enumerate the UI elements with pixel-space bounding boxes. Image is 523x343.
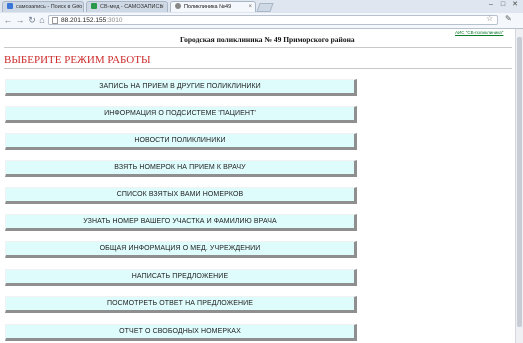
window-controls: – □ ✕ <box>485 0 521 8</box>
close-icon[interactable]: × <box>248 2 252 12</box>
page-content: АИС "СВ-поликлиника" Городская поликлини… <box>0 29 515 343</box>
menu-button-news[interactable]: НОВОСТИ ПОЛИКЛИНИКИ <box>5 133 357 150</box>
tab-label: Поликлиника №49 <box>184 4 232 10</box>
aic-link[interactable]: АИС "СВ-поликлиника" <box>455 30 503 35</box>
page-title: ВЫБЕРИТЕ РЕЖИМ РАБОТЫ <box>4 54 151 66</box>
loading-favicon-icon <box>175 3 181 9</box>
minimize-icon[interactable]: – <box>485 1 497 8</box>
close-icon[interactable]: × <box>160 2 164 12</box>
forward-icon[interactable]: → <box>15 15 25 25</box>
tab-svmed[interactable]: СВ-мед - САМОЗАПИСЬ × <box>86 1 168 12</box>
reload-icon[interactable]: ↻ <box>27 15 37 25</box>
menu-button-view-answer[interactable]: ПОСМОТРЕТЬ ОТВЕТ НА ПРЕДЛОЖЕНИЕ <box>5 296 357 313</box>
bookmark-star-icon[interactable]: ☆ <box>486 14 493 23</box>
home-icon[interactable]: ⌂ <box>37 15 47 25</box>
google-favicon-icon <box>7 3 13 9</box>
divider <box>4 68 512 69</box>
back-icon[interactable]: ← <box>3 15 13 25</box>
menu-button-subsystem-info[interactable]: ИНФОРМАЦИЯ О ПОДСИСТЕМЕ 'ПАЦИЕНТ' <box>5 106 357 123</box>
maximize-icon[interactable]: □ <box>497 1 509 8</box>
page-icon <box>52 17 58 24</box>
browser-toolbar: ← → ↻ ⌂ 88.201.152.155:3010 ☆ ✎ <box>0 13 523 28</box>
wrench-menu-icon[interactable]: ✎ <box>505 14 512 23</box>
menu-button-general-info[interactable]: ОБЩАЯ ИНФОРМАЦИЯ О МЕД. УЧРЕЖДЕНИИ <box>5 241 357 258</box>
menu-button-get-ticket[interactable]: ВЗЯТЬ НОМЕРОК НА ПРИЕМ К ВРАЧУ <box>5 160 357 177</box>
tab-clinic[interactable]: Поликлиника №49 × <box>170 1 256 12</box>
menu-button-my-tickets[interactable]: СПИСОК ВЗЯТЫХ ВАМИ НОМЕРКОВ <box>5 187 357 204</box>
tab-strip: самозапись - Поиск в Goo × СВ-мед - САМО… <box>0 0 523 13</box>
address-bar[interactable]: 88.201.152.155:3010 <box>48 15 498 25</box>
menu-button-write-suggestion[interactable]: НАПИСАТЬ ПРЕДЛОЖЕНИЕ <box>5 269 357 286</box>
menu-button-other-clinics[interactable]: ЗАПИСЬ НА ПРИЕМ В ДРУГИЕ ПОЛИКЛИНИКИ <box>5 79 357 96</box>
tab-label: СВ-мед - САМОЗАПИСЬ <box>100 4 164 10</box>
new-tab-button[interactable] <box>256 3 274 12</box>
url-port: :3010 <box>106 17 123 24</box>
menu-button-free-tickets-report[interactable]: ОТЧЕТ О СВОБОДНЫХ НОМЕРКАХ <box>5 324 357 341</box>
url-host: 88.201.152.155 <box>61 17 107 24</box>
scrollbar-thumb[interactable] <box>517 37 522 327</box>
browser-chrome: самозапись - Поиск в Goo × СВ-мед - САМО… <box>0 0 523 29</box>
site-favicon-icon <box>91 3 97 9</box>
vertical-scrollbar[interactable] <box>515 29 523 343</box>
divider <box>4 47 512 48</box>
menu-button-find-doctor[interactable]: УЗНАТЬ НОМЕР ВАШЕГО УЧАСТКА И ФАМИЛИЮ ВР… <box>5 214 357 231</box>
tab-label: самозапись - Поиск в Goo <box>16 4 83 10</box>
close-window-icon[interactable]: ✕ <box>509 0 521 8</box>
clinic-title: Городская поликлиника № 49 Приморского р… <box>180 35 355 44</box>
tab-search[interactable]: самозапись - Поиск в Goo × <box>2 1 84 12</box>
close-icon[interactable]: × <box>76 2 80 12</box>
